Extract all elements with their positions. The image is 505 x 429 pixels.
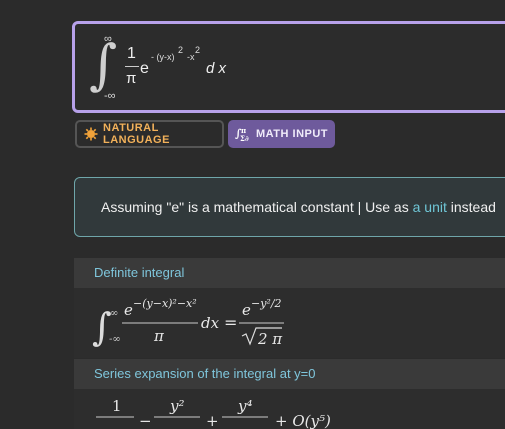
- result-lower-limit: -∞: [109, 334, 121, 345]
- assumption-text: Assuming "e" is a mathematical constant …: [101, 199, 496, 215]
- result-upper-limit: ∞: [110, 308, 118, 319]
- rhs-numerator-exponent: −y²/2: [251, 297, 282, 310]
- use-as-unit-link[interactable]: a unit: [413, 199, 447, 215]
- series-term-1: 1: [112, 397, 122, 415]
- integral-sign: ∫: [89, 33, 118, 96]
- lhs-numerator-exponent: −(y−x)²−x²: [133, 297, 197, 310]
- math-symbols-icon: ∫ π Σ ∂: [235, 126, 251, 142]
- lhs-denominator: π: [153, 327, 165, 345]
- definite-integral-result: ∫ ∞ -∞ e −(y−x)²−x² π dx = e −y²/2 2 π: [74, 288, 505, 358]
- equals-sign: =: [224, 313, 237, 332]
- natural-language-label: NATURAL LANGUAGE: [103, 122, 170, 146]
- result-differential: dx: [201, 314, 220, 332]
- assumption-box: Assuming "e" is a mathematical constant …: [74, 177, 505, 237]
- series-term-3: y⁴: [237, 397, 253, 415]
- fraction-denominator: π: [126, 70, 137, 87]
- differential: d x: [206, 60, 227, 77]
- lower-limit: -∞: [104, 90, 116, 102]
- natural-language-button[interactable]: NATURAL LANGUAGE: [75, 120, 224, 148]
- svg-text:∂: ∂: [245, 134, 249, 142]
- series-remainder: + O(y⁵): [275, 412, 331, 429]
- definite-integral-formula: ∫ ∞ -∞ e −(y−x)²−x² π dx = e −y²/2 2 π: [92, 297, 284, 349]
- series-expansion-result: 1 − y² + y⁴ + O(y⁵): [74, 389, 505, 429]
- pod-title-definite-integral: Definite integral: [74, 258, 505, 288]
- math-input-field[interactable]: ∫ ∞ -∞ 1 π e - (y-x) -x 2 2 d x: [72, 21, 505, 113]
- series-expansion-formula: 1 − y² + y⁴ + O(y⁵): [96, 397, 331, 429]
- rhs-denominator: 2 π: [257, 330, 283, 348]
- pod-title-series-expansion: Series expansion of the integral at y=0: [74, 359, 505, 389]
- fraction-bar: [125, 66, 139, 67]
- math-input-button[interactable]: ∫ π Σ ∂ MATH INPUT: [228, 120, 335, 148]
- exponent-square-1: 2: [178, 45, 184, 55]
- exponential-base: e: [140, 60, 149, 77]
- pod-definite-integral: Definite integral ∫ ∞ -∞ e −(y−x)²−x² π …: [74, 258, 505, 358]
- rhs-numerator-base: e: [242, 301, 251, 319]
- lhs-numerator-base: e: [124, 301, 133, 319]
- upper-limit: ∞: [104, 33, 112, 45]
- exponent-square-2: 2: [195, 45, 201, 55]
- series-op-2: +: [206, 412, 219, 429]
- series-op-1: −: [139, 412, 152, 429]
- math-input-label: MATH INPUT: [256, 128, 329, 140]
- pod-series-expansion: Series expansion of the integral at y=0 …: [74, 359, 505, 429]
- series-term-2: y²: [169, 397, 185, 415]
- exponent-text: - (y-x) -x: [151, 52, 195, 62]
- sun-gear-icon: [84, 127, 98, 141]
- fraction-numerator: 1: [127, 45, 136, 62]
